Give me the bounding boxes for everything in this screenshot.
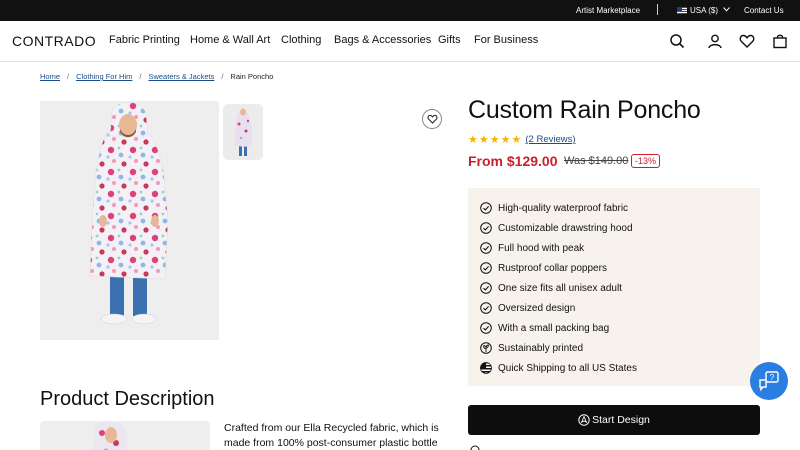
main-navbar: CONTRADO Fabric Printing Home & Wall Art… bbox=[0, 21, 800, 62]
feature-label: Rustproof collar poppers bbox=[498, 262, 607, 274]
check-circle-icon bbox=[480, 262, 492, 274]
poncho-description-illustration bbox=[92, 421, 128, 450]
was-price: Was $149.00 bbox=[564, 155, 629, 167]
check-circle-icon bbox=[480, 202, 492, 214]
nav-clothing[interactable]: Clothing bbox=[281, 34, 321, 46]
feature-item: Rustproof collar poppers bbox=[480, 261, 607, 275]
breadcrumb: Home / Clothing For Him / Sweaters & Jackets… bbox=[40, 72, 273, 81]
heart-icon[interactable] bbox=[739, 33, 755, 49]
feature-label: Sustainably printed bbox=[498, 342, 584, 354]
top-utility-bar: Artist Marketplace USA ($) Contact Us bbox=[0, 0, 800, 21]
check-circle-icon bbox=[480, 322, 492, 334]
nav-fabric-printing[interactable]: Fabric Printing bbox=[109, 34, 180, 46]
feature-item: One size fits all unisex adult bbox=[480, 281, 622, 295]
design-pen-icon bbox=[578, 414, 590, 426]
breadcrumb-current: Rain Poncho bbox=[230, 72, 274, 81]
heart-icon bbox=[427, 114, 437, 124]
star-icon: ★ bbox=[500, 134, 511, 146]
feature-item: Sustainably printed bbox=[480, 341, 583, 355]
discount-badge: -13% bbox=[631, 154, 661, 168]
svg-text:?: ? bbox=[770, 373, 775, 382]
product-description-text: Crafted from our Ella Recycled fabric, w… bbox=[224, 422, 439, 449]
feature-item: High-quality waterproof fabric bbox=[480, 201, 628, 215]
nav-for-business[interactable]: For Business bbox=[474, 34, 538, 46]
topbar-divider bbox=[657, 4, 658, 15]
feature-label: With a small packing bag bbox=[498, 322, 610, 334]
check-circle-icon bbox=[480, 302, 492, 314]
breadcrumb-home[interactable]: Home bbox=[40, 72, 60, 81]
chat-help-icon: ? bbox=[759, 371, 779, 392]
us-flag-icon bbox=[677, 7, 687, 14]
nav-gifts[interactable]: Gifts bbox=[438, 34, 461, 46]
region-selector[interactable]: USA ($) bbox=[677, 6, 731, 15]
star-icon: ★ bbox=[478, 134, 489, 146]
product-features-panel: High-quality waterproof fabric Customizab… bbox=[468, 188, 760, 386]
breadcrumb-separator: / bbox=[139, 72, 142, 81]
artist-marketplace-link[interactable]: Artist Marketplace bbox=[576, 6, 640, 15]
start-design-label: Start Design bbox=[592, 414, 650, 426]
breadcrumb-separator: / bbox=[221, 72, 224, 81]
feature-item: Quick Shipping to all US States bbox=[480, 361, 637, 375]
breadcrumb-clothing-for-him[interactable]: Clothing For Him bbox=[76, 72, 132, 81]
feature-label: Customizable drawstring hood bbox=[498, 222, 633, 234]
product-rating: ★ ★ ★ ★ ★ (2 Reviews) bbox=[468, 133, 576, 146]
feature-item: With a small packing bag bbox=[480, 321, 609, 335]
region-label: USA ($) bbox=[690, 6, 719, 15]
reviews-link[interactable]: (2 Reviews) bbox=[525, 134, 575, 145]
product-thumbnail[interactable] bbox=[223, 104, 263, 160]
star-icon: ★ bbox=[468, 134, 478, 146]
feature-label: Quick Shipping to all US States bbox=[498, 362, 637, 374]
account-icon[interactable] bbox=[707, 33, 723, 49]
chevron-down-icon bbox=[723, 7, 731, 12]
leaf-icon bbox=[480, 342, 492, 354]
feature-label: Full hood with peak bbox=[498, 242, 585, 254]
product-title: Custom Rain Poncho bbox=[468, 96, 701, 124]
feature-item: Full hood with peak bbox=[480, 241, 584, 255]
feature-label: Oversized design bbox=[498, 302, 576, 314]
nav-home-wall-art[interactable]: Home & Wall Art bbox=[190, 34, 270, 46]
poncho-thumbnail-illustration bbox=[234, 108, 252, 156]
feature-label: One size fits all unisex adult bbox=[498, 282, 622, 294]
check-circle-icon bbox=[480, 282, 492, 294]
check-circle-icon bbox=[480, 222, 492, 234]
star-icon: ★ bbox=[489, 134, 500, 146]
check-circle-icon bbox=[480, 242, 492, 254]
feature-item: Oversized design bbox=[480, 301, 575, 315]
poncho-model-illustration bbox=[89, 102, 169, 325]
star-icon: ★ bbox=[511, 134, 522, 146]
nav-bags-accessories[interactable]: Bags & Accessories bbox=[334, 34, 431, 46]
breadcrumb-sweaters-jackets[interactable]: Sweaters & Jackets bbox=[148, 72, 214, 81]
us-flag-icon bbox=[480, 362, 492, 374]
product-price: From $129.00 bbox=[468, 153, 558, 169]
product-main-image[interactable] bbox=[40, 101, 219, 340]
product-description-heading: Product Description bbox=[40, 388, 215, 410]
contrado-logo[interactable]: CONTRADO bbox=[12, 33, 96, 49]
bag-icon[interactable] bbox=[772, 33, 788, 49]
add-to-wishlist-button[interactable] bbox=[422, 109, 442, 129]
feature-label: High-quality waterproof fabric bbox=[498, 202, 629, 214]
breadcrumb-separator: / bbox=[67, 72, 70, 81]
contact-us-link[interactable]: Contact Us bbox=[744, 6, 784, 15]
help-chat-button[interactable]: ? bbox=[750, 362, 788, 400]
feature-item: Customizable drawstring hood bbox=[480, 221, 633, 235]
start-design-button[interactable]: Start Design bbox=[468, 405, 760, 435]
description-image bbox=[40, 421, 210, 450]
search-icon[interactable] bbox=[669, 33, 685, 49]
info-icon bbox=[470, 445, 480, 450]
